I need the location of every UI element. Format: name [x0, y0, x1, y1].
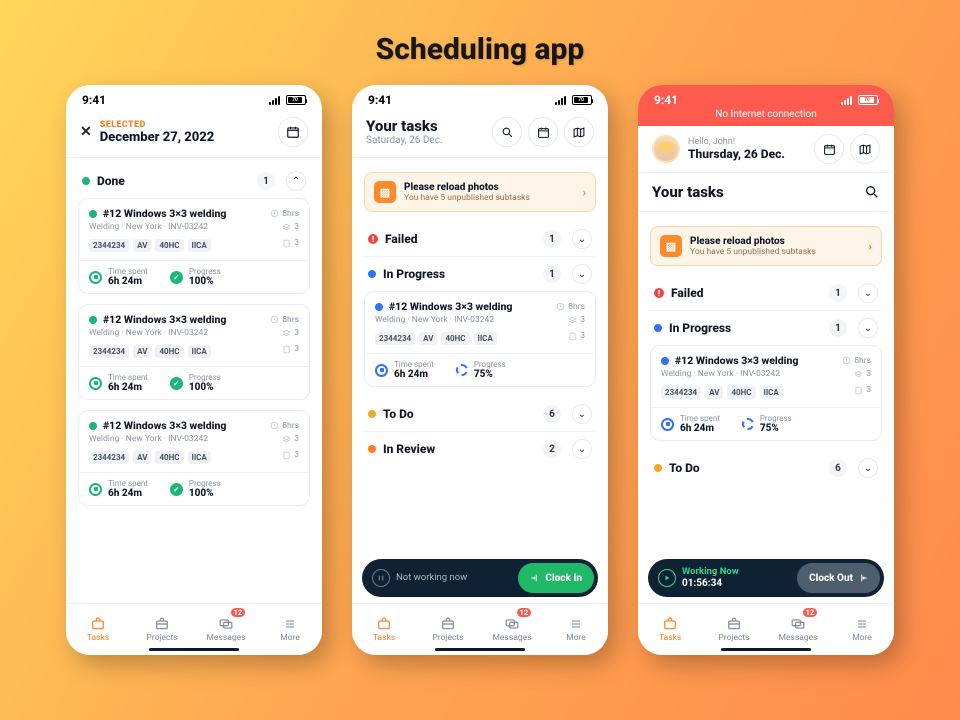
nav-more[interactable]: More — [544, 604, 608, 655]
status-bar: 9:41 70 — [638, 85, 894, 109]
messages-icon — [217, 617, 235, 631]
section-done[interactable]: Done 1 ⌃ — [78, 164, 310, 198]
alert-icon: ! — [368, 234, 378, 244]
timer-icon — [375, 364, 388, 377]
chevron-up-icon[interactable]: ⌃ — [286, 171, 306, 191]
layers-icon — [282, 223, 291, 232]
chevron-down-icon[interactable]: ⌄ — [572, 404, 592, 424]
task-card[interactable]: #12 Windows 3×3 welding8hrs Welding · Ne… — [364, 291, 596, 387]
map-icon — [572, 126, 586, 139]
arrow-out-icon — [858, 573, 868, 583]
avatar[interactable] — [652, 135, 680, 163]
menu-icon — [281, 617, 299, 631]
nav-more[interactable]: More — [830, 604, 894, 655]
file-icon — [282, 239, 291, 248]
status-time: 9:41 — [82, 93, 106, 107]
section-inprogress[interactable]: In Progress1⌄ — [364, 257, 596, 291]
task-card[interactable]: #12 Windows 3×3 welding8hrs Welding · Ne… — [650, 345, 882, 441]
today-date: Thursday, 26 Dec. — [688, 147, 806, 161]
section-inprogress[interactable]: In Progress1⌄ — [650, 311, 882, 345]
search-icon — [501, 126, 514, 139]
signal-icon — [269, 96, 282, 105]
home-indicator — [149, 648, 239, 652]
timer-icon — [89, 271, 102, 284]
chevron-right-icon: › — [868, 239, 872, 253]
status-bar: 9:41 70 — [352, 85, 608, 109]
nav-tasks[interactable]: Tasks — [352, 604, 416, 655]
close-icon[interactable]: ✕ — [80, 124, 92, 140]
nav-tasks[interactable]: Tasks — [66, 604, 130, 655]
clock-bar: Not working now Clock In — [362, 559, 598, 597]
your-tasks-title: Your tasks — [652, 183, 724, 201]
nav-tasks[interactable]: Tasks — [638, 604, 702, 655]
play-icon — [658, 569, 676, 587]
battery-icon: 70 — [286, 95, 306, 105]
tags: 2344234AV 40HCIICA — [89, 239, 211, 252]
pause-icon — [372, 569, 390, 587]
broken-image-icon: ▨ — [660, 235, 682, 257]
nav-more[interactable]: More — [258, 604, 322, 655]
messages-badge: 12 — [231, 608, 246, 617]
map-button[interactable] — [850, 134, 880, 164]
search-button[interactable] — [492, 117, 522, 147]
count-badge: 1 — [257, 172, 275, 190]
reload-notice[interactable]: ▨ Please reload photosYou have 5 unpubli… — [650, 226, 882, 266]
chevron-right-icon: › — [582, 185, 586, 199]
projects-icon — [153, 617, 171, 631]
calendar-button[interactable] — [528, 117, 558, 147]
task-card[interactable]: #12 Windows 3×3 welding8hrs Welding · Ne… — [78, 410, 310, 506]
map-button[interactable] — [564, 117, 594, 147]
reload-notice[interactable]: ▨ Please reload photosYou have 5 unpubli… — [364, 172, 596, 212]
search-icon[interactable] — [864, 184, 880, 200]
calendar-button[interactable] — [278, 117, 308, 147]
screen-subtitle: Saturday, 26 Dec. — [366, 135, 486, 146]
screen-calendar-day: 9:41 70 ✕ SELECTED December 27, 2022 Don… — [66, 85, 322, 655]
chevron-down-icon[interactable]: ⌄ — [572, 229, 592, 249]
check-circle-icon: ✓ — [170, 271, 183, 284]
arrow-in-icon — [530, 573, 540, 583]
calendar-icon — [286, 125, 300, 139]
chevron-down-icon[interactable]: ⌄ — [572, 264, 592, 284]
clock-bar: Working Now01:56:34 Clock Out — [648, 559, 884, 597]
section-todo[interactable]: To Do6⌄ — [650, 451, 882, 485]
page-title: Scheduling app — [0, 0, 960, 85]
screen-tasks-main: 9:41 70 Your tasks Saturday, 26 Dec. ▨ P… — [352, 85, 608, 655]
tasks-icon — [89, 617, 107, 631]
chevron-down-icon[interactable]: ⌄ — [572, 439, 592, 459]
calendar-icon — [537, 126, 550, 139]
no-internet-banner: No Internet connection — [638, 109, 894, 126]
screen-offline: 9:41 70 No Internet connection Hello, Jo… — [638, 85, 894, 655]
section-failed[interactable]: !Failed1⌄ — [650, 276, 882, 310]
section-failed[interactable]: !Failed1⌄ — [364, 222, 596, 256]
status-bar: 9:41 70 — [66, 85, 322, 109]
task-card[interactable]: #12 Windows 3×3 welding 8hrs Welding · N… — [78, 198, 310, 294]
section-inreview[interactable]: In Review2⌄ — [364, 432, 596, 466]
broken-image-icon: ▨ — [374, 181, 396, 203]
section-todo[interactable]: To Do6⌄ — [364, 397, 596, 431]
clock-in-button[interactable]: Clock In — [518, 563, 594, 593]
clock-out-button[interactable]: Clock Out — [797, 563, 880, 593]
screen-title: Your tasks — [366, 117, 486, 135]
dot-green-icon — [82, 177, 90, 185]
selected-label: SELECTED — [100, 120, 270, 130]
progress-spinner-icon — [456, 364, 468, 376]
calendar-button[interactable] — [814, 134, 844, 164]
task-card[interactable]: #12 Windows 3×3 welding8hrs Welding · Ne… — [78, 304, 310, 400]
greeting: Hello, John! — [688, 137, 806, 147]
selected-date: December 27, 2022 — [100, 130, 270, 145]
clock-icon — [270, 209, 279, 218]
